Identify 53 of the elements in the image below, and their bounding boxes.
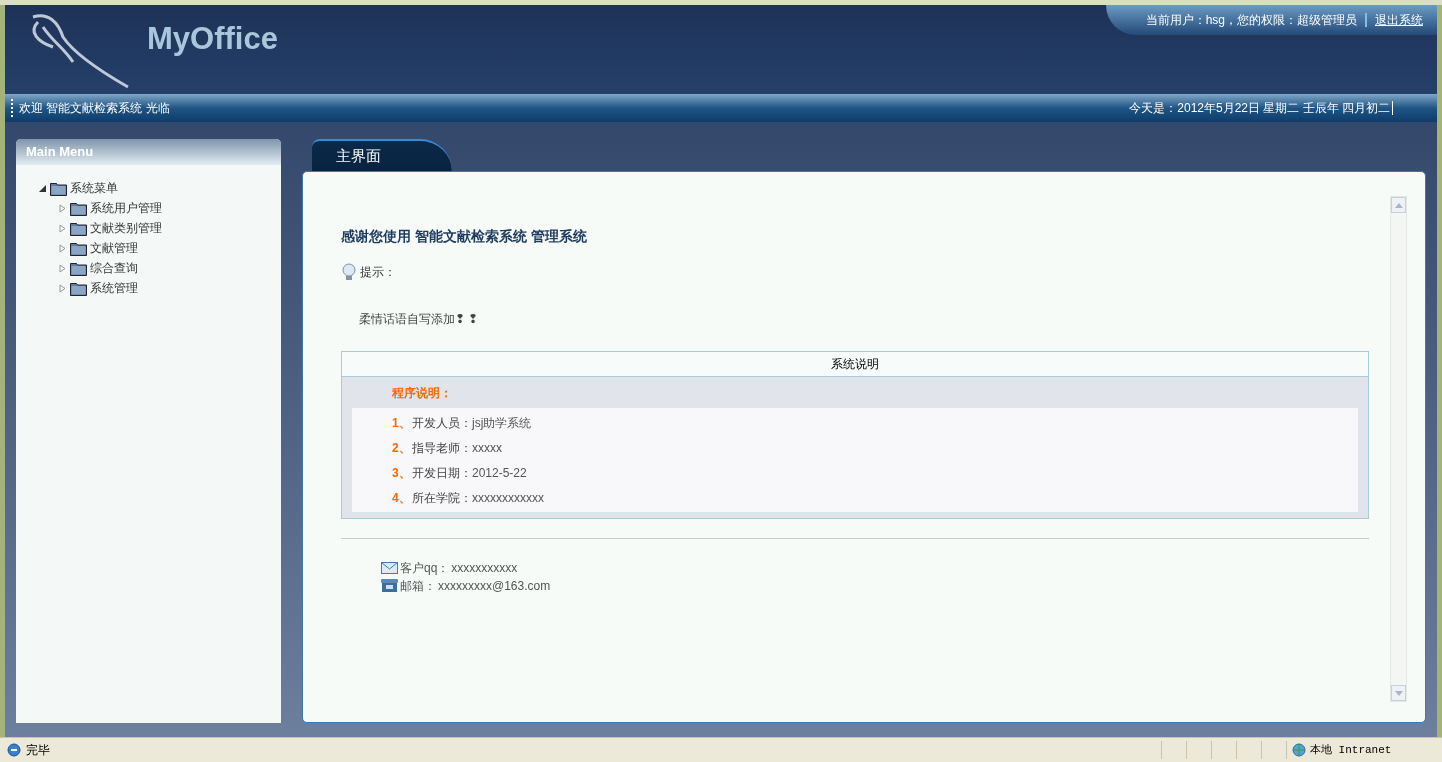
table-header: 系统说明	[342, 352, 1368, 377]
zone-text: 本地 Intranet	[1310, 742, 1392, 758]
welcome-heading: 感谢您使用 智能文献检索系统 管理系统	[341, 227, 588, 246]
expand-triangle-icon[interactable]	[58, 243, 67, 253]
item-number: 1、	[392, 414, 412, 432]
folder-icon	[70, 280, 87, 296]
scroll-down-icon[interactable]	[1391, 685, 1406, 701]
tab[interactable]: 主界面	[312, 139, 452, 171]
envelope-icon	[381, 562, 398, 574]
logo-text: MyOffice	[147, 20, 278, 59]
lightbulb-icon	[341, 263, 357, 281]
folder-icon	[70, 200, 87, 216]
item-number: 2、	[392, 439, 412, 457]
date-text: 今天是：2012年5月22日 星期二 壬辰年 四月初二	[1129, 100, 1390, 117]
menu-item[interactable]: 系统菜单	[70, 179, 118, 197]
contact-value: xxxxxxxxxxx	[451, 560, 518, 577]
tip-label: 提示：	[360, 264, 396, 281]
item-label: 指导老师：	[412, 439, 472, 457]
contact-label: 客户qq：	[400, 560, 450, 577]
welcome-text: 欢迎 智能文献检索系统 光临	[19, 100, 170, 117]
folder-icon	[70, 260, 87, 276]
menu-item[interactable]: 综合查询	[90, 259, 138, 277]
item-value: jsj助学系统	[472, 414, 532, 432]
item-value: xxxxx	[472, 439, 502, 457]
menu-item[interactable]: 系统管理	[90, 279, 138, 297]
item-label: 所在学院：	[412, 489, 472, 507]
contact-value: xxxxxxxxx@163.com	[438, 578, 551, 595]
current-user-text: 当前用户：hsg，您的权限：超级管理员	[1145, 12, 1357, 29]
expand-triangle-icon[interactable]	[58, 283, 67, 293]
scroll-up-icon[interactable]	[1391, 197, 1406, 213]
expand-triangle-icon[interactable]	[58, 263, 67, 273]
section-title: 程序说明：	[391, 384, 453, 402]
status-text: 完毕	[26, 742, 50, 759]
item-label: 开发日期：	[412, 464, 472, 482]
folder-icon	[70, 240, 87, 256]
menu-item[interactable]: 系统用户管理	[90, 199, 162, 217]
item-number: 3、	[392, 464, 412, 482]
menu-item[interactable]: 文献类别管理	[90, 219, 162, 237]
item-label: 开发人员：	[412, 414, 472, 432]
expand-triangle-icon[interactable]	[58, 223, 67, 233]
contact-label: 邮箱：	[400, 578, 436, 595]
menu-title: Main Menu	[16, 139, 281, 165]
expand-triangle-icon[interactable]	[58, 203, 67, 213]
folder-icon	[50, 180, 67, 196]
collapse-triangle-icon[interactable]	[38, 183, 47, 193]
tip-text: 柔情话语自写添加❢ ❢	[359, 311, 480, 328]
item-value: xxxxxxxxxxxx	[472, 489, 544, 507]
logout-link[interactable]: 退出系统	[1375, 11, 1423, 29]
item-value: 2012-5-22	[472, 464, 527, 482]
item-number: 4、	[392, 489, 412, 507]
folder-icon	[70, 220, 87, 236]
globe-icon	[1291, 742, 1307, 758]
menu-item[interactable]: 文献管理	[90, 239, 138, 257]
